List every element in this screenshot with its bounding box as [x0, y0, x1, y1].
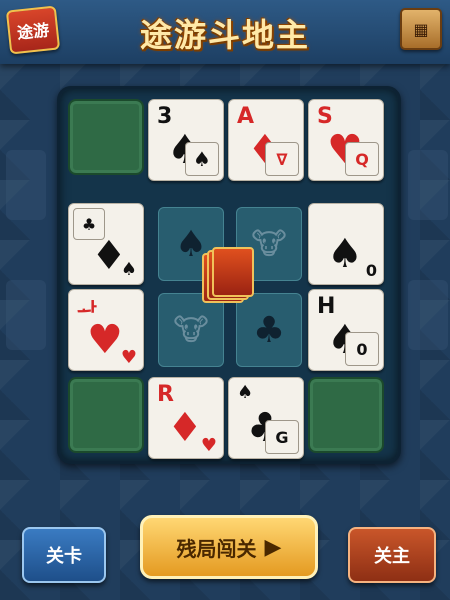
spade-icon: ♠: [185, 142, 219, 176]
card[interactable]: A ♦ ∇: [228, 99, 304, 181]
background-tile: [408, 280, 448, 350]
spade-icon: ♠: [327, 231, 363, 277]
game-board: 3 ♠ ♠ A ♦ ∇ S ♥ Q ♣ ♦ ♠ ♠ 🐮 ♠ 0 ᅪ ♥ ♥ 🐮 …: [57, 86, 401, 464]
card-corner: 0: [345, 332, 379, 366]
header: 途游 途游斗地主 ▦: [0, 0, 450, 64]
page-title: 途游斗地主: [139, 16, 310, 54]
heart-icon: ♥: [87, 317, 123, 363]
card-corner: ∇: [265, 142, 299, 176]
play-icon: ▶: [264, 534, 282, 560]
heart-icon: ♥: [120, 347, 137, 368]
deck-card: [212, 247, 254, 297]
card-corner: G: [265, 420, 299, 454]
green-tile: [68, 377, 144, 453]
card-rank: R: [157, 382, 174, 407]
card[interactable]: ♠ 0: [308, 203, 384, 285]
background-tile: [6, 280, 46, 350]
card[interactable]: R ♦ ♥: [148, 377, 224, 459]
level-button[interactable]: 关卡: [22, 527, 106, 583]
spade-icon: ♠: [120, 259, 137, 280]
card-rank: 3: [157, 104, 173, 129]
grid-menu-icon[interactable]: ▦: [400, 8, 442, 50]
endgame-label: 残局闯关: [176, 536, 257, 561]
card-rank: H: [317, 294, 336, 319]
creature-icon: 🐮: [158, 293, 224, 367]
card-rank: A: [237, 104, 255, 129]
endgame-button[interactable]: 残局闯关 ▶: [140, 515, 318, 579]
card[interactable]: ᅪ ♥ ♥: [68, 289, 144, 371]
card[interactable]: H ♠ 0: [308, 289, 384, 371]
green-tile: [68, 99, 144, 175]
heart-icon: ♥: [200, 435, 217, 456]
card-corner: 0: [365, 261, 377, 280]
background-tile: [6, 150, 46, 220]
diamond-icon: ♦: [167, 405, 203, 451]
club-slot: ♣: [236, 293, 302, 367]
green-tile: [308, 377, 384, 453]
card[interactable]: S ♥ Q: [308, 99, 384, 181]
card[interactable]: 3 ♠ ♠: [148, 99, 224, 181]
spade-icon: ♠: [237, 382, 254, 403]
card-rank: S: [317, 104, 333, 129]
card-corner: Q: [345, 142, 379, 176]
boss-button[interactable]: 关主: [348, 527, 436, 583]
card[interactable]: ♣ ♦ ♠: [68, 203, 144, 285]
background-tile: [408, 150, 448, 220]
card-deck[interactable]: [202, 247, 254, 303]
card[interactable]: ♠ ♣ G: [228, 377, 304, 459]
